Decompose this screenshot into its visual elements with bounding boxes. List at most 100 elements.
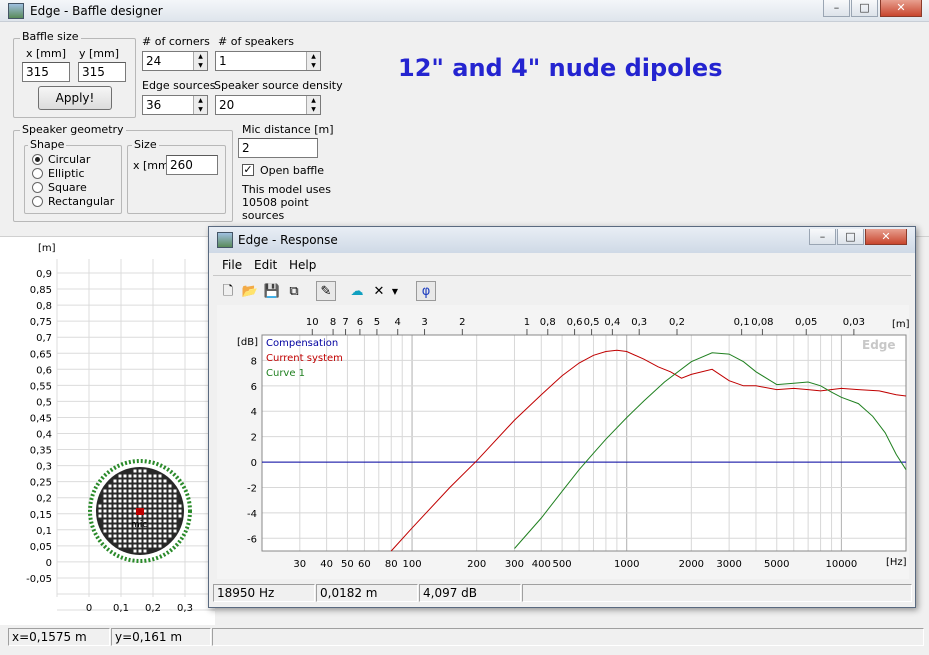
- baffle-ytick-label: 0,25: [30, 478, 52, 489]
- shape-rectangular-label: Rectangular: [48, 195, 115, 208]
- edge-sources-spinner[interactable]: 36 ▲ ▼: [142, 95, 208, 115]
- baffle-size-legend: Baffle size: [20, 30, 81, 43]
- baffle-ytick-label: 0,15: [30, 510, 52, 521]
- baffle-plot[interactable]: [m] 0,9 0,85 0,8 0,75 0,7 0,65 0,6 0,55 0,5 0,45 0…: [0, 237, 215, 625]
- baffle-ytick-label: 0,3: [36, 462, 52, 473]
- chart-xtick-label: 80: [385, 559, 398, 570]
- chart-xtick-label: 500: [553, 559, 572, 570]
- radio-circular[interactable]: [32, 154, 43, 165]
- baffle-y-label: y [mm]: [79, 47, 120, 60]
- apply-button[interactable]: Apply!: [38, 86, 112, 110]
- response-close-button[interactable]: ✕: [865, 229, 907, 245]
- chart-top-tick-label: 3: [421, 317, 427, 328]
- baffle-xtick-label: 0,3: [177, 603, 193, 614]
- open-baffle-checkbox[interactable]: ✓: [242, 164, 254, 176]
- chart-xtick-label: 3000: [716, 559, 741, 570]
- chart-top-tick-label: 0,1: [734, 317, 750, 328]
- baffle-ytick-label: 0,2: [36, 494, 52, 505]
- chart-xtick-label: 300: [505, 559, 524, 570]
- baffle-ytick-label: 0,75: [30, 317, 52, 328]
- baffle-ytick-label: 0,35: [30, 446, 52, 457]
- response-status-empty: [522, 584, 912, 602]
- chart-top-tick-label: 0,05: [795, 317, 817, 328]
- density-spinner[interactable]: 20 ▲ ▼: [215, 95, 321, 115]
- baffle-ytick-label: 0,9: [36, 269, 52, 280]
- maximize-button[interactable]: □: [851, 0, 878, 17]
- baffle-ytick-label: 0,05: [30, 542, 52, 553]
- corners-spin-buttons[interactable]: ▲ ▼: [193, 52, 207, 70]
- baffle-ytick-label: 0,4: [36, 430, 52, 441]
- response-minimize-button[interactable]: –: [809, 229, 836, 245]
- response-status-dist: 0,0182 m: [316, 584, 418, 602]
- response-titlebar: Edge - Response – □ ✕: [209, 227, 915, 253]
- close-button[interactable]: ✕: [880, 0, 922, 17]
- response-status-level: 4,097 dB: [419, 584, 521, 602]
- shape-square-label: Square: [48, 181, 87, 194]
- chart-ytick-label: 8: [251, 356, 257, 367]
- menu-edit[interactable]: Edit: [254, 258, 277, 272]
- delete-dropdown-icon[interactable]: ▼: [389, 281, 401, 301]
- baffle-ytick-label: -0,05: [26, 574, 52, 585]
- size-legend: Size: [132, 138, 159, 151]
- save-icon[interactable]: 💾: [262, 281, 282, 301]
- chart-plot-area: [262, 335, 906, 551]
- chart-legend-entry[interactable]: Current system: [266, 353, 343, 364]
- new-icon[interactable]: 🗋: [218, 281, 238, 301]
- chart-ytick-label: -2: [247, 483, 257, 494]
- chart-top-tick-label: 0,08: [751, 317, 773, 328]
- radio-rectangular[interactable]: [32, 196, 43, 207]
- size-x-input[interactable]: 260: [166, 155, 218, 175]
- density-label: Speaker source density: [214, 79, 343, 92]
- chart-xtick-label: 5000: [764, 559, 789, 570]
- chart-xtick-label: 2000: [679, 559, 704, 570]
- response-app-icon: [217, 232, 233, 248]
- chart-top-tick-label: 10: [306, 317, 319, 328]
- baffle-y-input[interactable]: 315: [78, 62, 126, 82]
- response-maximize-button[interactable]: □: [837, 229, 864, 245]
- chart-xlabel: [Hz]: [886, 557, 907, 568]
- chart-xtick-label: 40: [320, 559, 333, 570]
- baffle-ytick-label: 0,7: [36, 333, 52, 344]
- corners-value: 24: [146, 54, 162, 68]
- copy-icon[interactable]: ⧉: [284, 281, 304, 301]
- menu-file[interactable]: File: [222, 258, 242, 272]
- baffle-x-input[interactable]: 315: [22, 62, 70, 82]
- shape-legend: Shape: [28, 138, 67, 151]
- delete-icon[interactable]: ✕: [369, 281, 389, 301]
- chart-top-axis-label: [m]: [892, 319, 909, 330]
- minimize-button[interactable]: –: [823, 0, 850, 17]
- baffle-ytick-label: 0,8: [36, 301, 52, 312]
- speakers-spinner[interactable]: 1 ▲ ▼: [215, 51, 321, 71]
- edge-sources-label: Edge sources: [142, 79, 216, 92]
- corners-label: # of corners: [142, 35, 210, 48]
- phase-icon[interactable]: φ: [416, 281, 436, 301]
- edge-sources-spin-buttons[interactable]: ▲ ▼: [193, 96, 207, 114]
- baffle-xtick-label: 0,1: [113, 603, 129, 614]
- mic-distance-label: Mic distance [m]: [242, 123, 334, 136]
- corners-spinner[interactable]: 24 ▲ ▼: [142, 51, 208, 71]
- chart-top-tick-label: 0,5: [584, 317, 600, 328]
- speakers-spin-buttons[interactable]: ▲ ▼: [306, 52, 320, 70]
- pen-icon[interactable]: ✎: [316, 281, 336, 301]
- baffle-ytick-label: 0: [46, 558, 52, 569]
- baffle-ytick-label: 0,5: [36, 397, 52, 408]
- density-spin-buttons[interactable]: ▲ ▼: [306, 96, 320, 114]
- model-info-line3: sources: [242, 209, 285, 222]
- menu-help[interactable]: Help: [289, 258, 316, 272]
- chart-top-tick-label: 0,2: [669, 317, 685, 328]
- chart-top-tick-label: 0,4: [604, 317, 620, 328]
- response-chart[interactable]: 30 40 50 60 80 100 200 300 400 500 1000 2000 3000 500…: [217, 305, 909, 579]
- chart-xtick-label: 200: [467, 559, 486, 570]
- radio-square[interactable]: [32, 182, 43, 193]
- chart-ytick-label: 2: [251, 433, 257, 444]
- open-icon[interactable]: 📂: [240, 281, 260, 301]
- chart-xtick-label: 60: [358, 559, 371, 570]
- cloud-icon[interactable]: ☁: [347, 281, 367, 301]
- chart-ytick-label: 0: [251, 458, 257, 469]
- chart-legend-entry[interactable]: Curve 1: [266, 368, 305, 379]
- chart-legend-entry[interactable]: Compensation: [266, 338, 338, 349]
- chart-top-tick-label: 4: [395, 317, 401, 328]
- mic-distance-input[interactable]: 2: [238, 138, 318, 158]
- radio-elliptic[interactable]: [32, 168, 43, 179]
- chart-xtick-label: 50: [341, 559, 354, 570]
